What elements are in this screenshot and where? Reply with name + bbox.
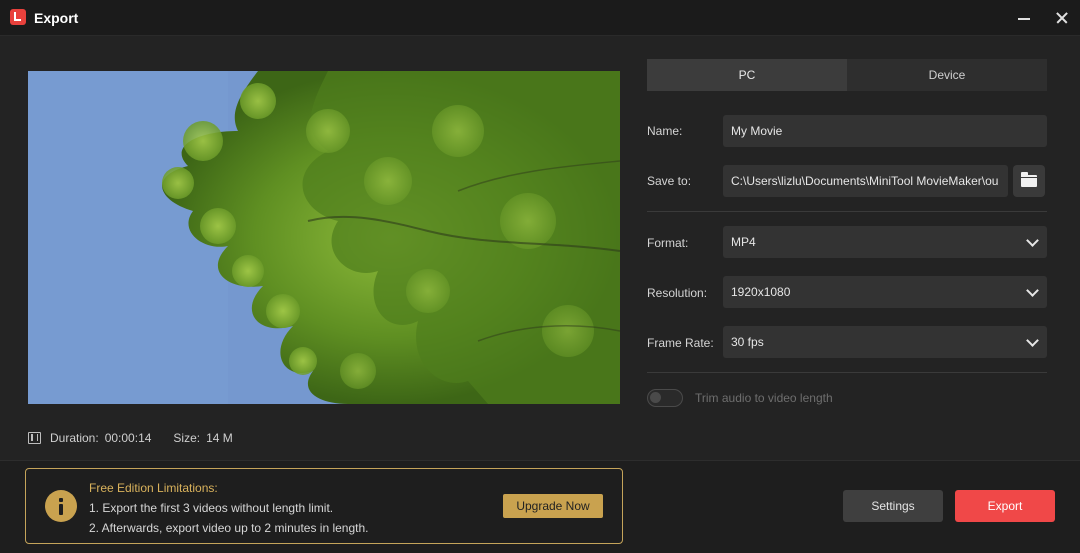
limitation-line-2: 2. Afterwards, export video up to 2 minu…: [89, 521, 369, 535]
folder-icon: [1021, 172, 1037, 187]
duration-value: 00:00:14: [104, 431, 152, 445]
film-icon: [28, 432, 41, 444]
settings-button[interactable]: Settings: [843, 490, 943, 522]
tab-device[interactable]: Device: [847, 59, 1047, 91]
chevron-down-icon: [1026, 334, 1039, 347]
window-title: Export: [34, 10, 79, 26]
browse-folder-button[interactable]: [1013, 165, 1045, 197]
name-label: Name:: [647, 124, 683, 138]
limitations-title: Free Edition Limitations:: [89, 481, 218, 495]
format-select[interactable]: MP4: [723, 226, 1047, 258]
format-value: MP4: [731, 235, 756, 249]
title-bar: Export: [0, 0, 1080, 36]
info-icon: [45, 490, 77, 522]
limitation-line-1: 1. Export the first 3 videos without len…: [89, 501, 334, 515]
close-icon[interactable]: [1050, 6, 1074, 30]
divider: [647, 372, 1047, 373]
chevron-down-icon: [1026, 284, 1039, 297]
size-label: Size:: [173, 431, 201, 445]
divider: [647, 211, 1047, 212]
duration-label: Duration:: [50, 431, 99, 445]
save-to-label: Save to:: [647, 174, 692, 188]
save-path-input[interactable]: C:\Users\lizlu\Documents\MiniTool MovieM…: [723, 165, 1008, 197]
minitool-logo-icon: [10, 9, 26, 25]
frame-rate-select[interactable]: 30 fps: [723, 326, 1047, 358]
tree-foliage-image: [28, 71, 620, 404]
video-preview: [28, 71, 620, 404]
trim-audio-label: Trim audio to video length: [695, 391, 833, 405]
upgrade-now-button[interactable]: Upgrade Now: [503, 494, 603, 518]
size-value: 14 M: [206, 431, 233, 445]
resolution-select[interactable]: 1920x1080: [723, 276, 1047, 308]
frame-rate-value: 30 fps: [731, 335, 764, 349]
resolution-value: 1920x1080: [731, 285, 791, 299]
video-info: Duration: 00:00:14 Size: 14 M: [28, 431, 255, 445]
name-input[interactable]: My Movie: [723, 115, 1047, 147]
resolution-label: Resolution:: [647, 286, 708, 300]
minimize-icon[interactable]: [1012, 6, 1036, 30]
export-button[interactable]: Export: [955, 490, 1055, 522]
frame-rate-label: Frame Rate:: [647, 336, 714, 350]
chevron-down-icon: [1026, 234, 1039, 247]
tab-pc[interactable]: PC: [647, 59, 847, 91]
trim-audio-toggle[interactable]: [647, 389, 683, 407]
export-target-tabs: PC Device: [647, 59, 1047, 91]
format-label: Format:: [647, 236, 689, 250]
